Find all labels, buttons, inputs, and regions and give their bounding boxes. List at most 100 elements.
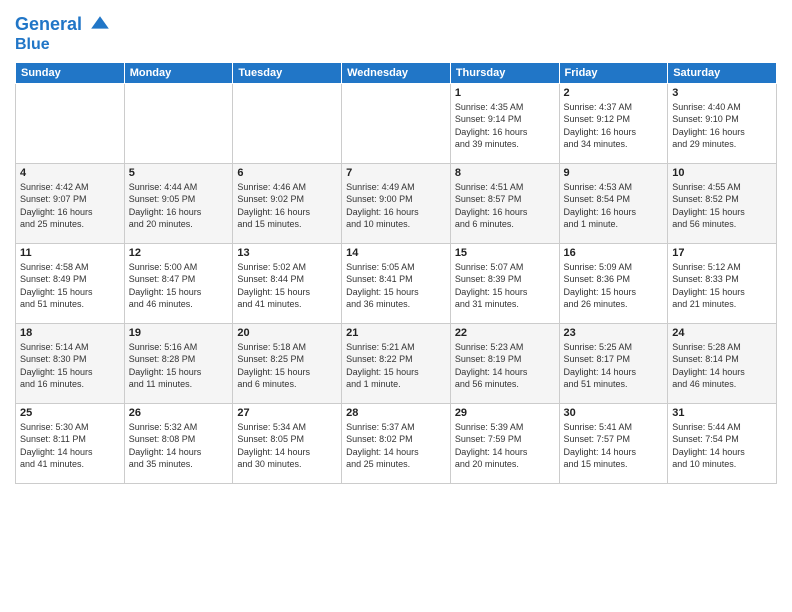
calendar-cell: 24Sunrise: 5:28 AMSunset: 8:14 PMDayligh… <box>668 323 777 403</box>
calendar-cell: 3 Sunrise: 4:40 AMSunset: 9:10 PMDaylight… <box>668 83 777 163</box>
day-number: 14 <box>346 247 446 259</box>
calendar-cell: 19 Sunrise: 5:16 AMSunset: 8:28 PMDayligh… <box>124 323 233 403</box>
logo: General Blue <box>15 14 111 54</box>
day-info: Sunrise: 5:07 AMSunset: 8:39 PMDaylight:… <box>455 261 555 311</box>
calendar-cell: 12Sunrise: 5:00 AMSunset: 8:47 PMDayligh… <box>124 243 233 323</box>
calendar-cell: 10Sunrise: 4:55 AMSunset: 8:52 PMDayligh… <box>668 163 777 243</box>
day-header-wednesday: Wednesday <box>342 62 451 83</box>
calendar-cell: 17 Sunrise: 5:12 AMSunset: 8:33 PMDayligh… <box>668 243 777 323</box>
day-number: 22 <box>455 327 555 339</box>
calendar-cell: 7 Sunrise: 4:49 AMSunset: 9:00 PMDaylight… <box>342 163 451 243</box>
day-number: 1 <box>455 87 555 99</box>
day-header-friday: Friday <box>559 62 668 83</box>
calendar-cell: 22 Sunrise: 5:23 AMSunset: 8:19 PMDayligh… <box>450 323 559 403</box>
day-info: Sunrise: 5:09 AMSunset: 8:36 PMDaylight:… <box>564 261 664 311</box>
day-number: 16 <box>564 247 664 259</box>
calendar-cell: 1 Sunrise: 4:35 AMSunset: 9:14 PMDaylight… <box>450 83 559 163</box>
day-info: Sunrise: 5:44 AMSunset: 7:54 PMDaylight:… <box>672 421 772 471</box>
calendar-cell: 11 Sunrise: 4:58 AMSunset: 8:49 PMDayligh… <box>16 243 125 323</box>
day-number: 18 <box>20 327 120 339</box>
day-info: Sunrise: 5:25 AMSunset: 8:17 PMDaylight:… <box>564 341 664 391</box>
day-number: 30 <box>564 407 664 419</box>
day-number: 28 <box>346 407 446 419</box>
day-info: Sunrise: 5:32 AMSunset: 8:08 PMDaylight:… <box>129 421 229 471</box>
day-number: 19 <box>129 327 229 339</box>
day-number: 10 <box>672 167 772 179</box>
day-info: Sunrise: 5:16 AMSunset: 8:28 PMDaylight:… <box>129 341 229 391</box>
calendar-cell: 6Sunrise: 4:46 AMSunset: 9:02 PMDaylight… <box>233 163 342 243</box>
day-info: Sunrise: 5:21 AMSunset: 8:22 PMDaylight:… <box>346 341 446 391</box>
calendar-week-5: 25Sunrise: 5:30 AMSunset: 8:11 PMDayligh… <box>16 403 777 483</box>
day-info: Sunrise: 5:30 AMSunset: 8:11 PMDaylight:… <box>20 421 120 471</box>
day-info: Sunrise: 4:35 AMSunset: 9:14 PMDaylight:… <box>455 101 555 151</box>
day-header-saturday: Saturday <box>668 62 777 83</box>
day-number: 17 <box>672 247 772 259</box>
calendar-cell: 9 Sunrise: 4:53 AMSunset: 8:54 PMDaylight… <box>559 163 668 243</box>
calendar-cell: 8 Sunrise: 4:51 AMSunset: 8:57 PMDaylight… <box>450 163 559 243</box>
day-number: 29 <box>455 407 555 419</box>
day-header-monday: Monday <box>124 62 233 83</box>
day-info: Sunrise: 5:39 AMSunset: 7:59 PMDaylight:… <box>455 421 555 471</box>
day-number: 5 <box>129 167 229 179</box>
day-header-thursday: Thursday <box>450 62 559 83</box>
calendar-week-2: 4 Sunrise: 4:42 AMSunset: 9:07 PMDaylight… <box>16 163 777 243</box>
day-info: Sunrise: 5:37 AMSunset: 8:02 PMDaylight:… <box>346 421 446 471</box>
logo-subtext: Blue <box>15 36 111 54</box>
calendar-cell: 31Sunrise: 5:44 AMSunset: 7:54 PMDayligh… <box>668 403 777 483</box>
calendar-cell <box>342 83 451 163</box>
day-number: 24 <box>672 327 772 339</box>
header: General Blue <box>15 10 777 54</box>
day-number: 8 <box>455 167 555 179</box>
calendar-week-4: 18Sunrise: 5:14 AMSunset: 8:30 PMDayligh… <box>16 323 777 403</box>
day-number: 12 <box>129 247 229 259</box>
day-number: 26 <box>129 407 229 419</box>
calendar-cell: 14 Sunrise: 5:05 AMSunset: 8:41 PMDayligh… <box>342 243 451 323</box>
calendar-cell: 26 Sunrise: 5:32 AMSunset: 8:08 PMDayligh… <box>124 403 233 483</box>
calendar-cell: 25Sunrise: 5:30 AMSunset: 8:11 PMDayligh… <box>16 403 125 483</box>
calendar-cell: 15 Sunrise: 5:07 AMSunset: 8:39 PMDayligh… <box>450 243 559 323</box>
day-info: Sunrise: 4:53 AMSunset: 8:54 PMDaylight:… <box>564 181 664 231</box>
calendar-table: SundayMondayTuesdayWednesdayThursdayFrid… <box>15 62 777 484</box>
day-info: Sunrise: 5:02 AMSunset: 8:44 PMDaylight:… <box>237 261 337 311</box>
day-number: 23 <box>564 327 664 339</box>
day-info: Sunrise: 5:12 AMSunset: 8:33 PMDaylight:… <box>672 261 772 311</box>
day-info: Sunrise: 4:37 AMSunset: 9:12 PMDaylight:… <box>564 101 664 151</box>
day-info: Sunrise: 5:05 AMSunset: 8:41 PMDaylight:… <box>346 261 446 311</box>
day-info: Sunrise: 4:44 AMSunset: 9:05 PMDaylight:… <box>129 181 229 231</box>
day-number: 15 <box>455 247 555 259</box>
day-number: 11 <box>20 247 120 259</box>
header-row: SundayMondayTuesdayWednesdayThursdayFrid… <box>16 62 777 83</box>
day-info: Sunrise: 5:23 AMSunset: 8:19 PMDaylight:… <box>455 341 555 391</box>
day-number: 13 <box>237 247 337 259</box>
day-info: Sunrise: 5:41 AMSunset: 7:57 PMDaylight:… <box>564 421 664 471</box>
calendar-cell: 27Sunrise: 5:34 AMSunset: 8:05 PMDayligh… <box>233 403 342 483</box>
calendar-cell <box>233 83 342 163</box>
day-number: 9 <box>564 167 664 179</box>
calendar-week-1: 1 Sunrise: 4:35 AMSunset: 9:14 PMDaylight… <box>16 83 777 163</box>
day-info: Sunrise: 4:42 AMSunset: 9:07 PMDaylight:… <box>20 181 120 231</box>
logo-text: General <box>15 14 111 36</box>
day-info: Sunrise: 4:58 AMSunset: 8:49 PMDaylight:… <box>20 261 120 311</box>
calendar-cell: 13 Sunrise: 5:02 AMSunset: 8:44 PMDayligh… <box>233 243 342 323</box>
calendar-cell: 18Sunrise: 5:14 AMSunset: 8:30 PMDayligh… <box>16 323 125 403</box>
calendar-cell: 20 Sunrise: 5:18 AMSunset: 8:25 PMDayligh… <box>233 323 342 403</box>
day-info: Sunrise: 5:18 AMSunset: 8:25 PMDaylight:… <box>237 341 337 391</box>
day-header-tuesday: Tuesday <box>233 62 342 83</box>
day-number: 7 <box>346 167 446 179</box>
calendar-cell: 23 Sunrise: 5:25 AMSunset: 8:17 PMDayligh… <box>559 323 668 403</box>
day-number: 27 <box>237 407 337 419</box>
calendar-cell: 28 Sunrise: 5:37 AMSunset: 8:02 PMDayligh… <box>342 403 451 483</box>
day-number: 4 <box>20 167 120 179</box>
day-number: 21 <box>346 327 446 339</box>
calendar-cell <box>124 83 233 163</box>
calendar-cell: 2 Sunrise: 4:37 AMSunset: 9:12 PMDaylight… <box>559 83 668 163</box>
day-number: 20 <box>237 327 337 339</box>
calendar-cell: 5 Sunrise: 4:44 AMSunset: 9:05 PMDaylight… <box>124 163 233 243</box>
day-number: 3 <box>672 87 772 99</box>
calendar-cell: 30 Sunrise: 5:41 AMSunset: 7:57 PMDayligh… <box>559 403 668 483</box>
day-number: 2 <box>564 87 664 99</box>
day-info: Sunrise: 4:51 AMSunset: 8:57 PMDaylight:… <box>455 181 555 231</box>
calendar-cell: 16 Sunrise: 5:09 AMSunset: 8:36 PMDayligh… <box>559 243 668 323</box>
day-info: Sunrise: 4:49 AMSunset: 9:00 PMDaylight:… <box>346 181 446 231</box>
day-info: Sunrise: 4:40 AMSunset: 9:10 PMDaylight:… <box>672 101 772 151</box>
